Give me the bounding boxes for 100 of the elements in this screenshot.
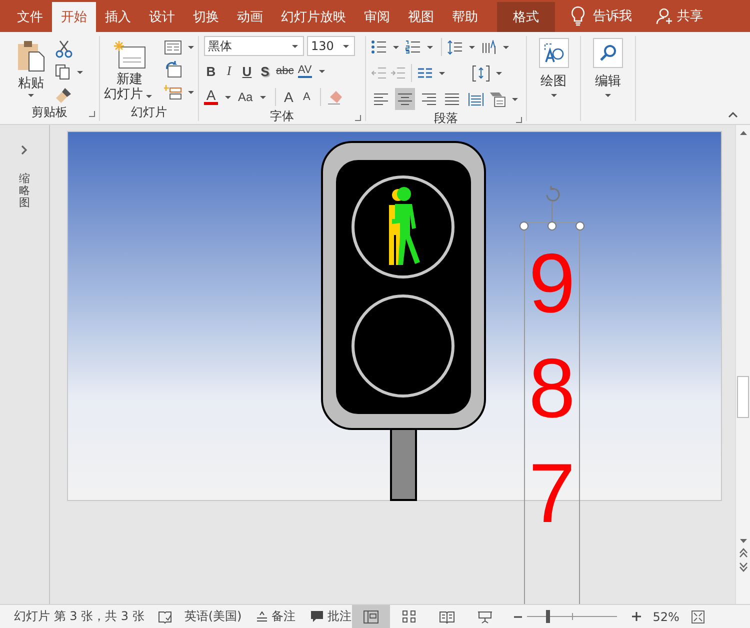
ribbon-tab[interactable]: 设计 — [140, 2, 184, 32]
caret-icon — [439, 72, 445, 74]
ribbon-tab[interactable]: 切换 — [184, 2, 228, 32]
columns-icon[interactable] — [417, 67, 433, 79]
speech-bubble-icon — [310, 610, 324, 623]
tell-me-button[interactable]: 告诉我 — [593, 0, 632, 32]
font-color-button[interactable]: A — [204, 89, 218, 105]
font-style-button[interactable]: S — [258, 64, 272, 78]
font-style-button[interactable]: B — [204, 64, 218, 78]
alignment-icon — [444, 92, 460, 106]
align-text-icon[interactable] — [472, 64, 490, 82]
zoom-level[interactable]: 52% — [652, 610, 680, 624]
grow-font-button[interactable]: A — [282, 89, 296, 105]
view-icon — [476, 610, 493, 624]
search-icon — [598, 43, 618, 63]
zoom-slider-thumb[interactable] — [546, 610, 550, 623]
ribbon-tab[interactable]: 视图 — [399, 2, 443, 32]
new-slide-button[interactable]: 新建 幻灯片 — [101, 38, 158, 104]
ribbon-tab[interactable]: 动画 — [228, 2, 272, 32]
person-add-icon — [656, 7, 674, 25]
align-button[interactable] — [394, 88, 416, 110]
scroll-down-icon[interactable] — [738, 538, 748, 544]
caret-icon — [496, 72, 502, 74]
ribbon-tab[interactable]: 格式 — [497, 2, 555, 32]
dialog-launcher-icon[interactable] — [355, 115, 361, 121]
paste-button[interactable]: 粘贴 — [13, 38, 49, 99]
caret-icon — [225, 96, 231, 98]
slide-counter: 幻灯片 第 3 张，共 3 张 — [14, 608, 144, 625]
numbering-icon[interactable] — [405, 40, 421, 54]
view-button[interactable] — [352, 605, 390, 628]
paintbrush-icon[interactable] — [55, 86, 73, 104]
group-label: 剪贴板 — [32, 104, 68, 121]
font-style-button[interactable]: U — [240, 64, 254, 78]
eraser-icon[interactable] — [326, 89, 345, 105]
group-label: 段落 — [434, 110, 458, 127]
caret-icon — [292, 44, 298, 48]
alignment-icon — [468, 92, 484, 106]
next-slide-icon[interactable] — [738, 562, 748, 572]
shrink-font-button[interactable]: A — [300, 91, 314, 103]
ribbon-tab[interactable]: 帮助 — [443, 2, 487, 32]
thumbnails-label[interactable]: 缩略图 — [19, 173, 30, 210]
caret-icon — [188, 91, 194, 94]
ribbon-tab[interactable]: 幻灯片放映 — [272, 2, 355, 32]
caret-icon — [77, 70, 83, 74]
ribbon-tab[interactable]: 开始 — [52, 2, 96, 32]
font-name-field[interactable]: 黑体 — [204, 36, 304, 56]
new-slide-icon — [112, 40, 146, 70]
share-button[interactable]: 共享 — [656, 0, 703, 32]
font-style-button[interactable]: AV — [298, 64, 312, 78]
bullets-icon[interactable] — [371, 40, 387, 54]
shapes-icon — [542, 42, 564, 64]
notes-button[interactable]: 备注 — [256, 608, 296, 625]
caret-icon — [393, 46, 399, 48]
collapse-ribbon-icon[interactable] — [728, 112, 738, 118]
caret-icon — [503, 46, 509, 48]
view-icon — [400, 610, 417, 624]
font-style-button[interactable]: I — [222, 63, 236, 79]
text-direction-icon[interactable] — [481, 40, 497, 54]
chevron-right-icon[interactable] — [21, 145, 28, 155]
reset-icon[interactable] — [164, 61, 182, 78]
zoom-in-icon[interactable] — [632, 612, 641, 621]
group-label: 字体 — [270, 108, 294, 125]
ribbon-tab[interactable]: 文件 — [8, 2, 52, 32]
section-icon[interactable] — [164, 84, 182, 101]
caret-icon — [260, 96, 266, 98]
book-check-icon[interactable] — [158, 610, 172, 624]
caret-icon — [427, 46, 433, 48]
scissors-icon[interactable] — [55, 40, 73, 58]
caret-icon — [343, 44, 349, 48]
scroll-up-icon[interactable] — [738, 130, 748, 136]
caret-icon — [318, 70, 325, 72]
change-case-button[interactable]: Aa — [238, 90, 253, 104]
caret-icon — [550, 94, 556, 97]
selection-handles-drawing[interactable] — [517, 183, 587, 233]
lightbulb-icon — [571, 6, 585, 26]
dialog-launcher-icon[interactable] — [89, 111, 95, 117]
group-label: 幻灯片 — [131, 104, 167, 121]
layout-icon[interactable] — [164, 40, 182, 55]
comments-button[interactable]: 批注 — [310, 608, 352, 625]
dialog-launcher-icon[interactable] — [516, 117, 522, 123]
countdown-digit: 7 — [528, 445, 576, 542]
notes-icon — [256, 611, 268, 622]
font-style-button[interactable]: abc — [276, 65, 294, 77]
ribbon-tab[interactable]: 审阅 — [355, 2, 399, 32]
ribbon-tab[interactable]: 插入 — [96, 2, 140, 32]
fit-to-window-icon[interactable] — [691, 610, 706, 624]
scroll-thumb[interactable] — [737, 376, 749, 418]
view-icon — [362, 610, 379, 624]
text-box[interactable]: 9 8 7 — [524, 222, 580, 604]
caret-icon — [605, 94, 611, 97]
caret-icon — [146, 95, 152, 98]
line-spacing-icon[interactable] — [447, 40, 463, 54]
copy-icon[interactable] — [55, 64, 71, 80]
alignment-icon — [420, 92, 437, 106]
language-button[interactable]: 英语(美国) — [184, 608, 242, 625]
font-size-field[interactable]: 130 — [307, 36, 355, 56]
clipboard-icon — [16, 40, 46, 72]
previous-slide-icon[interactable] — [738, 548, 748, 558]
countdown-digit: 8 — [528, 340, 576, 437]
caret-icon — [469, 46, 475, 48]
